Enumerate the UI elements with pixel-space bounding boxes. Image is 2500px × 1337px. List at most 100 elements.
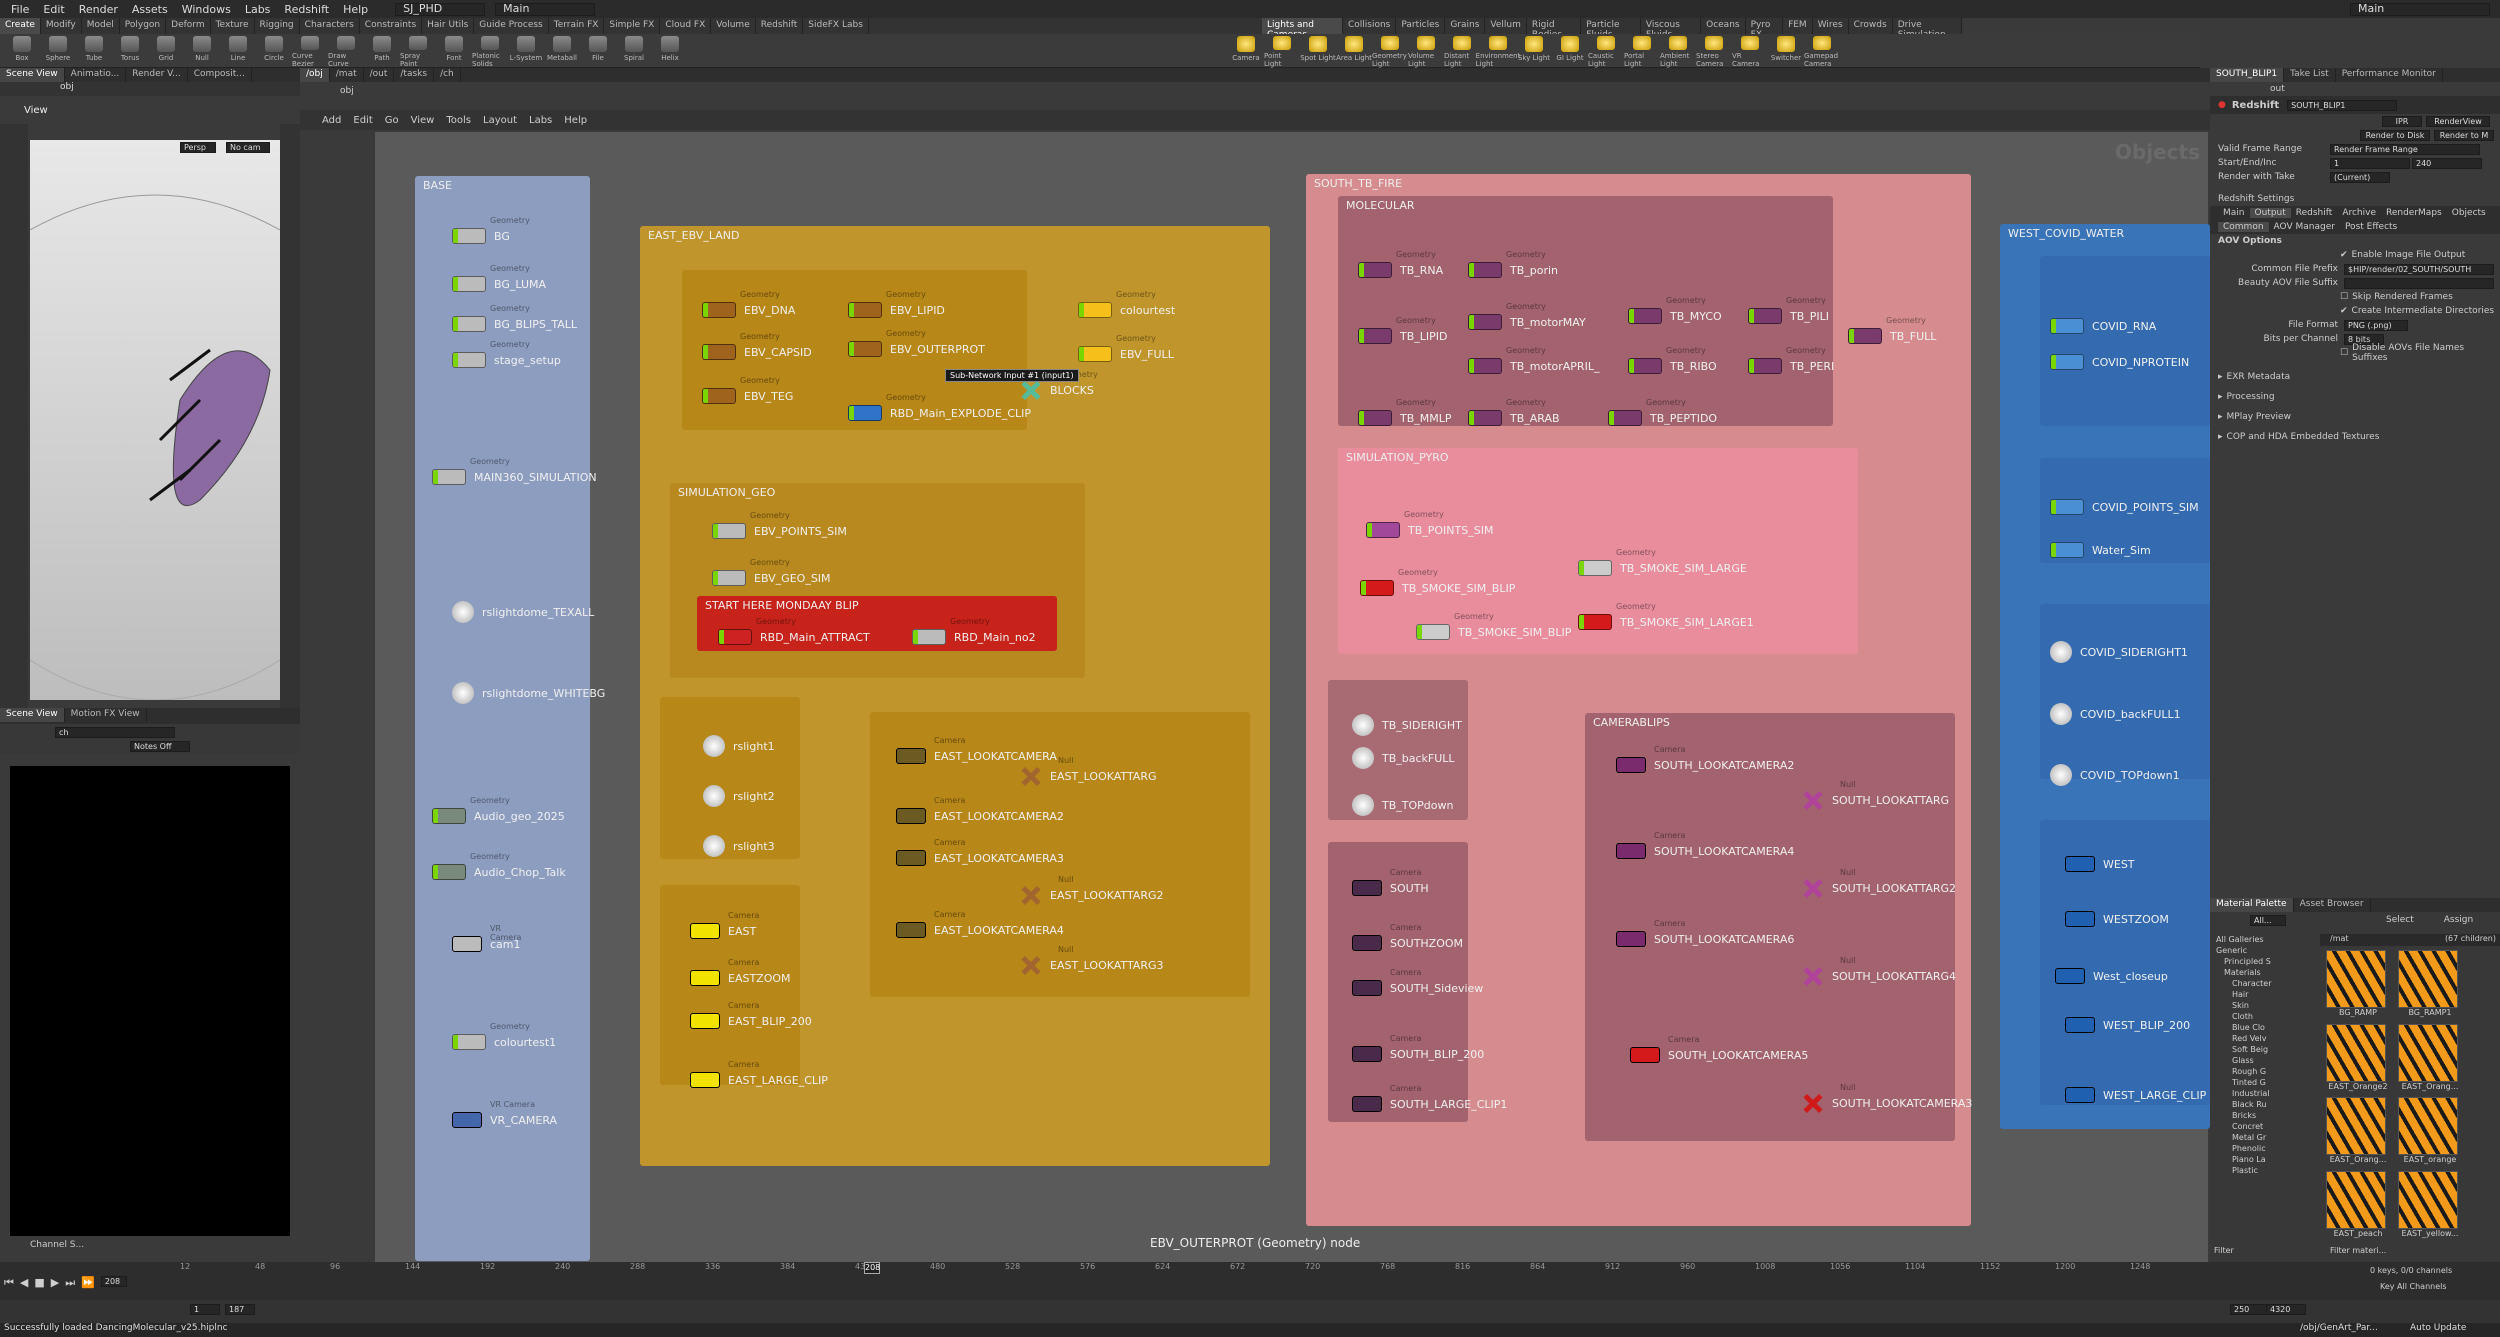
key-all-button[interactable]: Key All Channels xyxy=(2380,1282,2447,1291)
section-mplay[interactable]: MPlay Preview xyxy=(2227,412,2291,422)
network-node[interactable]: Camera EAST_LOOKATCAMERA3 xyxy=(896,838,1064,868)
shelf-tool[interactable]: GI Light xyxy=(1552,34,1588,68)
auto-update-toggle[interactable]: Auto Update xyxy=(2410,1323,2466,1333)
network-node[interactable]: Geometry TB_SMOKE_SIM_LARGE1 xyxy=(1578,602,1754,632)
net-menu-view[interactable]: View xyxy=(405,115,441,126)
shelf-tool[interactable]: Camera xyxy=(1228,34,1264,68)
expand-icon[interactable]: ▸ xyxy=(2218,392,2223,402)
network-node[interactable]: Geometry colourtest1 xyxy=(452,1022,556,1052)
3d-viewport[interactable]: Persp No cam xyxy=(30,140,280,700)
tree-item[interactable]: Materials xyxy=(2210,967,2320,978)
network-node[interactable]: Null EAST_LOOKATTARG2 xyxy=(1020,875,1164,906)
net-menu-add[interactable]: Add xyxy=(316,115,347,126)
channel-path[interactable]: ch xyxy=(55,727,175,738)
shelf-tool[interactable]: Volume Light xyxy=(1408,34,1444,68)
tree-item[interactable]: Cloth xyxy=(2210,1011,2320,1022)
checkbox-icon[interactable]: ✔ xyxy=(2340,306,2348,316)
render-to-disk-button[interactable]: Render to Disk xyxy=(2360,129,2430,141)
network-node[interactable]: Geometry TB_MYCO xyxy=(1628,296,1722,326)
shelf-tab[interactable]: Volume xyxy=(711,18,756,34)
assign-button[interactable]: Assign xyxy=(2444,915,2473,925)
notes-toggle[interactable]: Notes Off xyxy=(130,741,190,752)
network-node[interactable]: Geometry TB_PILI xyxy=(1748,296,1829,326)
rop-name[interactable]: SOUTH_BLIP1 xyxy=(2287,99,2398,111)
network-node[interactable]: COVID_NPROTEIN xyxy=(2050,352,2189,372)
network-node[interactable]: WEST_LARGE_CLIP xyxy=(2065,1085,2206,1105)
tab-out[interactable]: /out xyxy=(364,68,395,82)
tree-item[interactable]: Concret xyxy=(2210,1121,2320,1132)
checkbox-icon[interactable]: ✔ xyxy=(2340,250,2348,260)
shelf-tab[interactable]: Guide Process xyxy=(474,18,549,34)
shelf-tab[interactable]: Model xyxy=(82,18,120,34)
network-node[interactable]: Geometry EBV_GEO_SIM xyxy=(712,558,831,588)
shelf-tool[interactable]: Caustic Light xyxy=(1588,34,1624,68)
tab-animation[interactable]: Animatio... xyxy=(65,68,127,82)
menu-file[interactable]: File xyxy=(4,3,36,16)
tree-item[interactable]: Tinted G xyxy=(2210,1077,2320,1088)
start-frame-field[interactable]: 1 xyxy=(190,1304,220,1315)
shelf-tab[interactable]: Redshift xyxy=(756,18,804,34)
tree-item[interactable]: Plastic xyxy=(2210,1165,2320,1176)
network-node[interactable]: Geometry EBV_LIPID xyxy=(848,290,945,320)
network-node[interactable]: Camera EAST_LOOKATCAMERA4 xyxy=(896,910,1064,940)
network-node[interactable]: rslight3 xyxy=(703,835,775,857)
file-prefix-field[interactable]: $HIP/render/02_SOUTH/SOUTH xyxy=(2344,263,2494,275)
shelf-tab[interactable]: Viscous Fluids xyxy=(1641,18,1702,40)
shelf-tool[interactable]: Tube xyxy=(76,34,112,68)
network-node[interactable]: Null EAST_LOOKATTARG xyxy=(1020,756,1157,787)
network-node[interactable]: Camera EASTZOOM xyxy=(690,958,791,988)
network-node[interactable]: TB_SIDERIGHT xyxy=(1352,714,1462,736)
material-thumb[interactable]: BG_RAMP1 xyxy=(2398,950,2462,1020)
network-node[interactable]: WEST_BLIP_200 xyxy=(2065,1015,2190,1035)
material-thumb[interactable]: EAST_Orang... xyxy=(2398,1023,2462,1094)
shelf-tab[interactable]: Polygon xyxy=(120,18,167,34)
gallery-filter[interactable]: All... xyxy=(2250,914,2286,926)
range-end-field[interactable]: 250 xyxy=(2230,1304,2270,1315)
material-thumb[interactable]: EAST_peach xyxy=(2326,1170,2390,1241)
shelf-tab[interactable]: Particles xyxy=(1396,18,1446,34)
motion-graph[interactable] xyxy=(10,766,290,1236)
shelf-tab[interactable]: Oceans xyxy=(1701,18,1746,34)
net-menu-layout[interactable]: Layout xyxy=(477,115,523,126)
tab-ch[interactable]: /ch xyxy=(434,68,461,82)
tab-obj[interactable]: /obj xyxy=(300,68,330,82)
shelf-tab[interactable]: Simple FX xyxy=(604,18,661,34)
shelf-tool[interactable]: Helix xyxy=(652,34,688,68)
expand-icon[interactable]: ▸ xyxy=(2218,432,2223,442)
network-box-camblips[interactable]: CAMERABLIPS xyxy=(1585,713,1955,1141)
network-node[interactable]: Camera SOUTH_Sideview xyxy=(1352,968,1483,998)
network-node[interactable]: Camera SOUTH xyxy=(1352,868,1429,898)
network-node[interactable]: VR Camera VR_CAMERA xyxy=(452,1100,557,1130)
take-select[interactable]: (Current) xyxy=(2330,171,2390,183)
shelf-tool[interactable]: Spiral xyxy=(616,34,652,68)
shelf-tool[interactable]: Sphere xyxy=(40,34,76,68)
network-node[interactable]: COVID_backFULL1 xyxy=(2050,703,2181,725)
timeline-ruler[interactable]: 12 48 96 144 192 240 288 336 384 432 480 528 576 624 6… xyxy=(180,1262,2150,1276)
network-node[interactable]: VR Camera cam1 xyxy=(452,924,521,954)
tree-item[interactable]: Rough G xyxy=(2210,1066,2320,1077)
shelf-tool[interactable]: Environment Light xyxy=(1476,34,1520,68)
tab-compositor[interactable]: Composit... xyxy=(188,68,252,82)
shelf-tool[interactable]: L-System xyxy=(508,34,544,68)
shelf-tool[interactable]: Area Light xyxy=(1336,34,1372,68)
channel-set[interactable]: Channel S... xyxy=(30,1240,190,1252)
network-node[interactable]: Geometry BG xyxy=(452,216,530,246)
network-node[interactable]: Geometry TB_RIBO xyxy=(1628,346,1717,376)
tab-take-list[interactable]: Take List xyxy=(2284,68,2336,82)
network-node[interactable]: Null SOUTH_LOOKATTARG4 xyxy=(1802,956,1956,987)
network-node[interactable]: Null SOUTH_LOOKATCAMERA3 xyxy=(1802,1083,1972,1114)
menu-redshift[interactable]: Redshift xyxy=(277,3,336,16)
shelf-tool[interactable]: Null xyxy=(184,34,220,68)
shelf-tool[interactable]: Stereo Camera xyxy=(1696,34,1732,68)
tree-item[interactable]: Principled S xyxy=(2210,956,2320,967)
network-node[interactable]: Geometry TB_FULL xyxy=(1848,316,1936,346)
shelf-tab[interactable]: Texture xyxy=(211,18,255,34)
current-frame[interactable]: 208 xyxy=(100,1276,127,1287)
shelf-tool[interactable]: Line xyxy=(220,34,256,68)
net-menu-go[interactable]: Go xyxy=(379,115,405,126)
network-node[interactable]: COVID_TOPdown1 xyxy=(2050,764,2180,786)
network-node[interactable]: Camera SOUTH_LARGE_CLIP1 xyxy=(1352,1084,1507,1114)
network-node[interactable]: COVID_SIDERIGHT1 xyxy=(2050,641,2188,663)
select-button[interactable]: Select xyxy=(2386,915,2414,925)
shelf-tab[interactable]: Cloud FX xyxy=(660,18,712,34)
